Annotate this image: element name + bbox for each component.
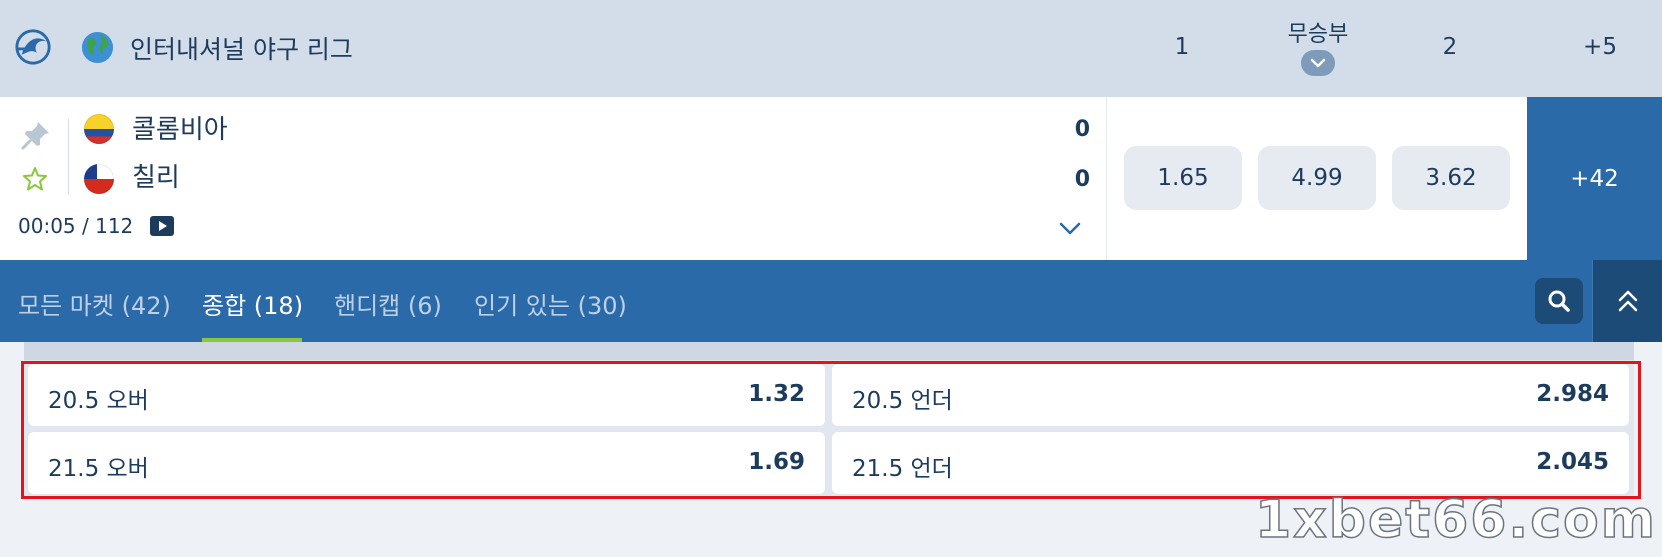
odd-away-button[interactable]: 3.62 <box>1392 146 1510 210</box>
highlight-frame <box>21 361 1641 499</box>
watermark: 1xbet66.com <box>1254 490 1657 550</box>
colombia-flag-icon <box>84 114 114 144</box>
column-header-away: 2 <box>1442 34 1458 60</box>
odds-divider <box>1106 97 1107 260</box>
pin-icon[interactable] <box>20 119 52 151</box>
chevron-double-up-icon <box>1618 290 1637 312</box>
search-icon <box>1548 290 1570 312</box>
markets-strip <box>24 342 1634 360</box>
chile-flag-icon <box>84 164 114 194</box>
match-row[interactable]: 콜롬비아 칠리 0 0 00:05 / 112 1.65 4.99 3.62 +… <box>0 97 1662 260</box>
star-icon[interactable] <box>21 165 49 193</box>
tab-popular[interactable]: 인기 있는 (30) <box>474 286 627 321</box>
tab-handicap[interactable]: 핸디캡 (6) <box>334 286 442 321</box>
league-header: 인터내셔널 야구 리그 1 무승부 2 +5 <box>0 0 1662 97</box>
away-team-name: 칠리 <box>132 163 180 193</box>
expand-columns-button[interactable] <box>1301 50 1335 76</box>
odd-draw-button[interactable]: 4.99 <box>1258 146 1376 210</box>
market-tabs-bar: 모든 마켓 (42) 종합 (18) 핸디캡 (6) 인기 있는 (30) <box>0 260 1662 342</box>
tab-all-markets[interactable]: 모든 마켓 (42) <box>18 286 171 321</box>
league-title[interactable]: 인터내셔널 야구 리그 <box>130 30 353 66</box>
collapse-button[interactable] <box>1592 260 1662 342</box>
globe-icon <box>81 31 114 64</box>
column-header-home: 1 <box>1174 34 1190 60</box>
video-play-icon[interactable] <box>150 216 174 236</box>
odd-home-button[interactable]: 1.65 <box>1124 146 1242 210</box>
column-header-draw: 무승부 <box>1287 22 1349 47</box>
home-team-name: 콜롬비아 <box>132 115 228 145</box>
chevron-down-icon <box>1310 58 1326 68</box>
column-header-more: +5 <box>1583 34 1617 60</box>
team-divider <box>68 119 69 195</box>
home-score: 0 <box>1074 117 1090 142</box>
more-markets-button[interactable]: +42 <box>1527 97 1662 260</box>
match-time: 00:05 / 112 <box>18 214 134 238</box>
search-button[interactable] <box>1535 278 1583 324</box>
chevron-down-icon[interactable] <box>1058 221 1082 237</box>
tab-totals[interactable]: 종합 (18) <box>202 286 303 321</box>
brand-logo-icon[interactable] <box>14 28 52 66</box>
away-score: 0 <box>1074 167 1090 192</box>
